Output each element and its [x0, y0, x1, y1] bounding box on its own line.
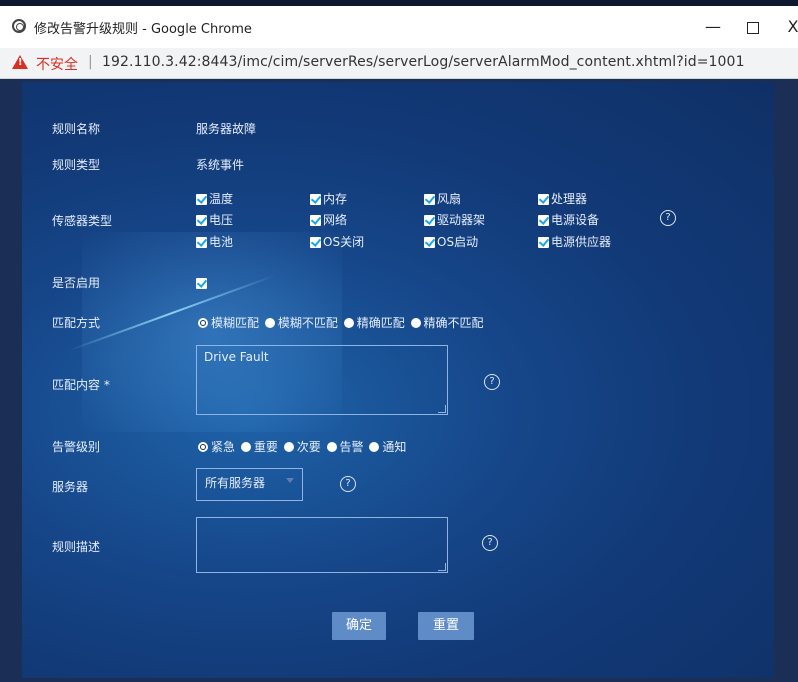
radio-icon	[264, 318, 275, 328]
checkbox-checked-icon	[310, 215, 321, 226]
sensor-type-label: 传感器类型	[52, 214, 113, 228]
resize-handle-icon[interactable]	[438, 405, 446, 413]
alarm-level-radio-group: 紧急 重要 次要 告警 通知	[198, 440, 408, 454]
radio-selected-icon	[198, 318, 208, 328]
resize-handle-icon[interactable]	[438, 563, 446, 571]
radio-icon	[369, 442, 380, 452]
checkbox-checked-icon	[310, 237, 321, 248]
sensor-checkbox-processor[interactable]: 处理器	[538, 192, 587, 206]
server-select[interactable]: 所有服务器	[196, 468, 303, 501]
match-mode-option-exact[interactable]: 精确匹配	[343, 316, 405, 330]
chrome-icon	[12, 19, 26, 33]
description-label: 规则描述	[52, 540, 101, 554]
server-label: 服务器	[52, 480, 89, 494]
alarm-level-option-warning[interactable]: 告警	[326, 440, 364, 454]
reset-button[interactable]: 重置	[418, 612, 474, 640]
server-select-value: 所有服务器	[205, 476, 266, 490]
sensor-checkbox-power-supply[interactable]: 电源供应器	[538, 235, 611, 249]
sensor-checkbox-drive-bay[interactable]: 驱动器架	[424, 213, 485, 227]
checkbox-checked-icon	[424, 215, 435, 226]
radio-selected-icon	[198, 442, 208, 452]
sensor-checkbox-os-boot[interactable]: OS启动	[424, 235, 478, 249]
rule-name-value: 服务器故障	[196, 122, 257, 136]
warning-icon[interactable]	[12, 55, 28, 69]
enabled-checkbox[interactable]	[196, 276, 209, 290]
match-content-help-icon[interactable]: ?	[484, 374, 500, 390]
sensor-checkbox-voltage[interactable]: 电压	[196, 213, 233, 227]
security-status[interactable]: 不安全	[36, 54, 78, 74]
radio-icon	[326, 442, 337, 452]
match-mode-label: 匹配方式	[52, 316, 101, 330]
sensor-checkbox-memory[interactable]: 内存	[310, 192, 347, 206]
radio-icon	[240, 442, 251, 452]
checkbox-checked-icon	[538, 194, 549, 205]
maximize-button[interactable]	[740, 14, 766, 40]
checkbox-checked-icon	[538, 215, 549, 226]
alarm-level-option-notice[interactable]: 通知	[369, 440, 406, 454]
minimize-button[interactable]: —	[700, 14, 726, 40]
match-content-label: 匹配内容 *	[52, 378, 110, 392]
address-separator: |	[88, 54, 93, 70]
checkbox-checked-icon	[196, 215, 207, 226]
alarm-level-option-minor[interactable]: 次要	[283, 440, 321, 454]
sensor-checkbox-battery[interactable]: 电池	[196, 235, 233, 249]
match-mode-radio-group: 模糊匹配 模糊不匹配 精确匹配 精确不匹配	[198, 316, 486, 330]
match-content-textarea[interactable]: Drive Fault	[196, 345, 448, 415]
alarm-level-option-major[interactable]: 重要	[240, 440, 278, 454]
radio-icon	[283, 442, 294, 452]
chevron-down-icon	[286, 478, 294, 483]
rule-type-value: 系统事件	[196, 158, 245, 172]
sensor-checkbox-network[interactable]: 网络	[310, 213, 347, 227]
maximize-icon	[747, 21, 759, 34]
alarm-level-label: 告警级别	[52, 440, 101, 454]
radio-icon	[343, 318, 354, 328]
sensor-checkbox-temperature[interactable]: 温度	[196, 192, 233, 206]
form-panel: 规则名称 服务器故障 规则类型 系统事件 传感器类型 温度 内存 风扇 处理器 …	[22, 82, 774, 678]
alarm-level-option-critical[interactable]: 紧急	[198, 440, 235, 454]
checkbox-checked-icon	[424, 237, 435, 248]
checkbox-checked-icon	[196, 278, 207, 289]
match-mode-option-fuzzy-not[interactable]: 模糊不匹配	[264, 316, 338, 330]
checkbox-checked-icon	[424, 194, 435, 205]
description-help-icon[interactable]: ?	[482, 535, 498, 551]
sensor-checkbox-fan[interactable]: 风扇	[424, 192, 461, 206]
close-button[interactable]: X	[780, 14, 798, 40]
match-content-value: Drive Fault	[204, 350, 269, 364]
description-textarea[interactable]	[196, 517, 448, 573]
rule-type-label: 规则类型	[52, 158, 101, 172]
checkbox-checked-icon	[196, 194, 207, 205]
match-mode-option-exact-not[interactable]: 精确不匹配	[410, 316, 484, 330]
checkbox-checked-icon	[538, 237, 549, 248]
window-title: 修改告警升级规则 - Google Chrome	[34, 22, 252, 37]
server-help-icon[interactable]: ?	[340, 476, 356, 492]
sensor-type-help-icon[interactable]: ?	[660, 210, 676, 226]
match-mode-option-fuzzy[interactable]: 模糊匹配	[198, 316, 259, 330]
sensor-checkbox-power-device[interactable]: 电源设备	[538, 213, 599, 227]
sensor-checkbox-os-shutdown[interactable]: OS关闭	[310, 235, 364, 249]
enabled-label: 是否启用	[52, 276, 101, 290]
checkbox-checked-icon	[196, 237, 207, 248]
confirm-button[interactable]: 确定	[332, 612, 386, 640]
address-bar[interactable]: 不安全 | 192.110.3.42:8443/imc/cim/serverRe…	[0, 48, 798, 79]
url-text[interactable]: 192.110.3.42:8443/imc/cim/serverRes/serv…	[102, 54, 745, 70]
rule-name-label: 规则名称	[52, 122, 101, 136]
browser-title-bar: 修改告警升级规则 - Google Chrome — X	[0, 6, 798, 48]
checkbox-checked-icon	[310, 194, 321, 205]
radio-icon	[410, 318, 421, 328]
